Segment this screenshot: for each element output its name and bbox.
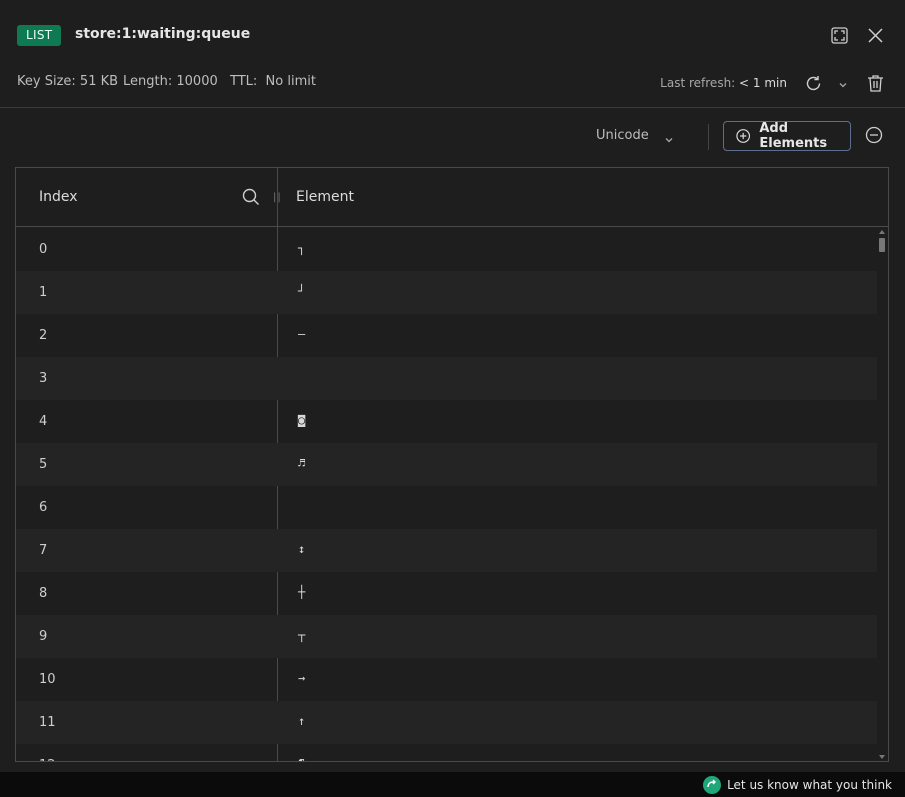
list-toolbar: Unicode Add Elements (0, 108, 905, 166)
key-name[interactable]: store:1:waiting:queue (75, 26, 250, 42)
row-element[interactable]: ♬ (298, 456, 305, 470)
toolbar-divider (708, 124, 709, 150)
key-size-label: Key Size: (17, 74, 76, 89)
last-refresh-label: Last refresh: (660, 76, 736, 90)
row-index: 10 (39, 672, 56, 687)
table-row[interactable]: 7 ↕ (16, 529, 877, 572)
feedback-icon (703, 776, 722, 794)
row-index: 4 (39, 414, 48, 429)
table-row[interactable]: 9 ┬ (16, 615, 877, 658)
row-element[interactable]: ↑ (298, 714, 305, 728)
row-index: 0 (39, 242, 48, 257)
length-value: 10000 (176, 74, 218, 89)
row-index: 8 (39, 586, 48, 601)
row-index: 2 (39, 328, 48, 343)
row-index: 6 (39, 500, 48, 515)
table-scrollbar[interactable] (877, 228, 888, 761)
fullscreen-icon[interactable] (829, 25, 849, 45)
table-row[interactable]: 8 ┼ (16, 572, 877, 615)
table-row[interactable]: 12 ¶ (16, 744, 877, 761)
row-element[interactable]: ┘ (298, 284, 305, 298)
table-body: 0┐ 1┘ 2– 3 4◙ 5♬ 6 7↕ 8┼ 9┬ 10→ 11↑ 12¶ (16, 228, 877, 761)
row-index: 9 (39, 629, 48, 644)
row-element[interactable]: ◙ (298, 413, 305, 427)
key-header: LIST store:1:waiting:queue Key Size: 51 … (0, 0, 905, 108)
scrollbar-thumb[interactable] (879, 238, 885, 252)
footer-bar: Let us know what you think (0, 772, 905, 797)
add-elements-button[interactable]: Add Elements (723, 121, 851, 151)
encoding-chevron-icon[interactable] (664, 130, 674, 149)
column-header-element: Element (296, 189, 354, 205)
row-index: 11 (39, 715, 56, 730)
ttl-value[interactable]: No limit (266, 74, 316, 89)
delete-icon[interactable] (865, 73, 885, 93)
key-type-badge: LIST (17, 25, 62, 46)
table-row[interactable]: 10 → (16, 658, 877, 701)
list-table: Index || Element 0┐ 1┘ 2– 3 4◙ 5♬ 6 7↕ 8… (15, 167, 889, 762)
key-size-value: 51 KB (79, 74, 119, 89)
search-icon[interactable] (242, 188, 260, 210)
row-element[interactable]: ┬ (298, 628, 305, 642)
feedback-label: Let us know what you think (727, 778, 892, 792)
ttl-label: TTL: (230, 74, 258, 89)
row-index: 12 (39, 758, 56, 761)
row-element[interactable]: ↕ (298, 542, 305, 556)
row-element[interactable]: – (298, 327, 305, 341)
table-row[interactable]: 6 (16, 486, 877, 529)
scroll-up-arrow-icon[interactable] (879, 230, 885, 234)
row-element[interactable]: → (298, 671, 305, 685)
row-element[interactable]: ¶ (298, 757, 305, 761)
scroll-down-arrow-icon[interactable] (879, 755, 885, 759)
row-element[interactable]: ┼ (298, 585, 305, 599)
last-refresh-value: < 1 min (739, 76, 787, 90)
column-header-index: Index (39, 189, 78, 205)
refresh-icon[interactable] (803, 73, 823, 93)
table-row[interactable]: 4 ◙ (16, 400, 877, 443)
encoding-select[interactable]: Unicode (596, 128, 649, 143)
table-row[interactable]: 0 ┐ (16, 228, 877, 271)
close-icon[interactable] (865, 25, 885, 45)
plus-circle-icon (736, 129, 751, 143)
table-row[interactable]: 2– (16, 314, 877, 357)
add-elements-label: Add Elements (759, 121, 828, 151)
feedback-link[interactable]: Let us know what you think (703, 776, 892, 794)
row-index: 1 (39, 285, 48, 300)
key-ttl[interactable]: TTL: No limit (230, 74, 316, 89)
remove-elements-button[interactable] (865, 126, 883, 148)
last-refresh: Last refresh: < 1 min (660, 76, 787, 90)
row-index: 3 (39, 371, 48, 386)
table-header: Index || Element (16, 168, 888, 227)
length-label: Length: (123, 74, 173, 89)
key-length: Length: 10000 (123, 74, 218, 89)
chevron-down-icon[interactable] (833, 75, 853, 95)
table-row[interactable]: 11 ↑ (16, 701, 877, 744)
row-element[interactable]: ┐ (298, 241, 305, 255)
table-row[interactable]: 1 ┘ (16, 271, 877, 314)
key-details-panel: LIST store:1:waiting:queue Key Size: 51 … (0, 0, 905, 797)
minus-circle-icon (865, 126, 883, 144)
row-index: 5 (39, 457, 48, 472)
table-row[interactable]: 3 (16, 357, 877, 400)
row-index: 7 (39, 543, 48, 558)
key-size: Key Size: 51 KB (17, 74, 118, 89)
table-row[interactable]: 5 ♬ (16, 443, 877, 486)
